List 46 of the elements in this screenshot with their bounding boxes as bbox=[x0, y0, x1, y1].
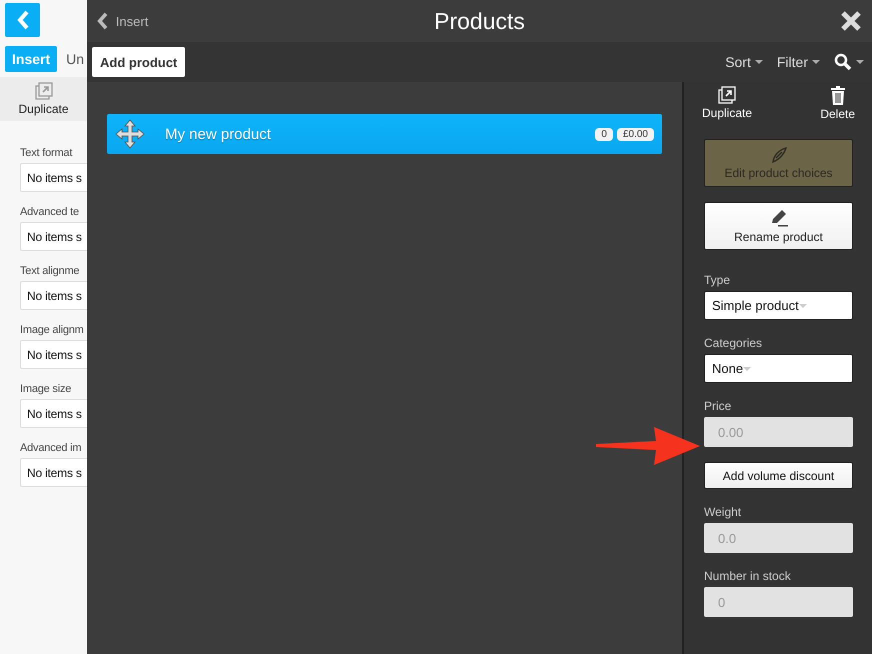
add-product-button[interactable]: Add product bbox=[92, 47, 186, 77]
duplicate-icon bbox=[34, 82, 52, 100]
dropdown-link[interactable]: Sort bbox=[725, 54, 763, 70]
delete-button[interactable]: Delete bbox=[820, 86, 855, 121]
move-icon[interactable] bbox=[115, 119, 145, 149]
field-label: Categories bbox=[704, 336, 764, 350]
duplicate-button[interactable]: Duplicate bbox=[0, 77, 87, 121]
field-label: Image size bbox=[20, 383, 72, 395]
action-button[interactable]: Rename product bbox=[704, 202, 853, 250]
duplicate-icon bbox=[718, 86, 736, 104]
trash-icon bbox=[830, 86, 846, 105]
quill-icon bbox=[770, 146, 788, 164]
select-field[interactable]: No items s bbox=[20, 399, 87, 428]
field-label: Image alignm bbox=[20, 324, 84, 336]
product-name: My new product bbox=[165, 126, 272, 142]
price-badge: £0.00 bbox=[616, 128, 654, 140]
select-field[interactable]: No items s bbox=[20, 340, 87, 369]
field-label: Type bbox=[704, 273, 732, 287]
input-field[interactable]: 0.00 bbox=[704, 417, 853, 447]
search-button[interactable] bbox=[834, 53, 864, 71]
volume-discount-button[interactable]: Add volume discount bbox=[704, 462, 853, 489]
field-label: Advanced te bbox=[20, 206, 79, 218]
count-badge: 0 bbox=[595, 128, 613, 140]
select-field[interactable]: Simple product bbox=[704, 291, 853, 320]
tab[interactable]: Un bbox=[66, 46, 84, 72]
select-field[interactable]: No items s bbox=[20, 163, 87, 192]
product-row[interactable]: My new product 0 £0.00 bbox=[107, 114, 662, 154]
field-label: Text alignme bbox=[20, 265, 80, 277]
input-field[interactable]: 0.0 bbox=[704, 523, 853, 553]
duplicate-button[interactable]: Duplicate bbox=[702, 86, 752, 121]
field-label: Price bbox=[704, 399, 732, 413]
select-field[interactable]: No items s bbox=[20, 281, 87, 310]
dropdown-link[interactable]: Filter bbox=[776, 54, 820, 70]
back-icon bbox=[16, 10, 28, 30]
dialog-title: Products bbox=[434, 8, 525, 34]
close-button[interactable] bbox=[840, 10, 862, 32]
select-field[interactable]: No items s bbox=[20, 222, 87, 251]
input-field[interactable]: 0 bbox=[704, 587, 853, 617]
field-label: Weight bbox=[704, 505, 742, 519]
field-label: Text format bbox=[20, 147, 72, 159]
field-label: Number in stock bbox=[704, 569, 792, 583]
back-icon bbox=[97, 12, 108, 30]
back-link[interactable]: Insert bbox=[97, 12, 148, 30]
select-field[interactable]: None bbox=[704, 354, 853, 383]
field-label: Advanced im bbox=[20, 442, 82, 454]
select-field[interactable]: No items s bbox=[20, 458, 87, 487]
